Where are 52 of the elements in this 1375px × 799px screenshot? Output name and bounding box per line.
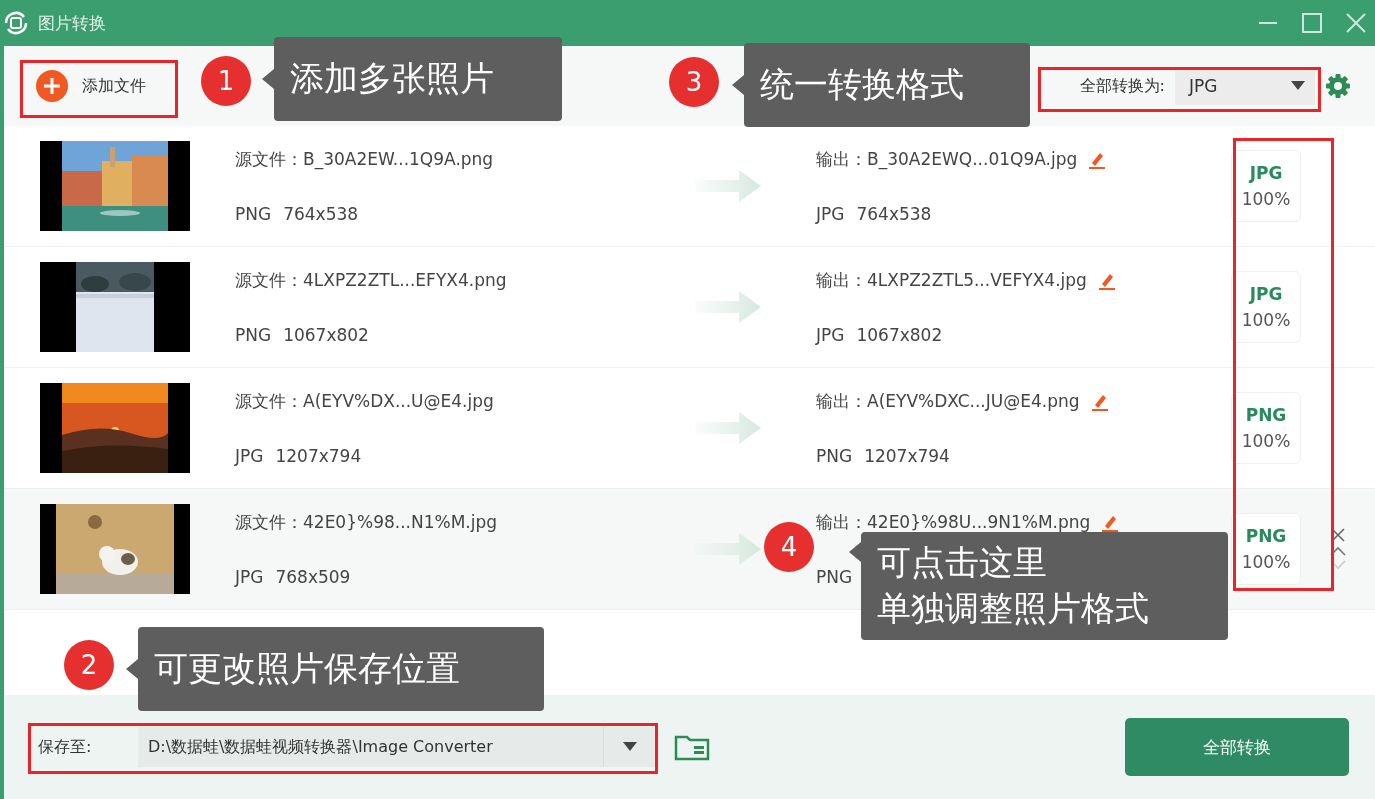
convert-all-label: 全部转换为: — [1079, 75, 1165, 97]
folder-icon[interactable] — [674, 733, 710, 761]
source-file-name: 源文件：B_30A2EW...1Q9A.png — [235, 148, 495, 171]
output-dimensions: 764x538 — [856, 204, 932, 224]
source-file-name: 源文件：A(EYV%DX...U@E4.jpg — [235, 390, 495, 413]
output-file-name: 输出：42E0}%98U...9N1%M.png — [816, 511, 1091, 534]
arrow-icon — [695, 289, 761, 325]
output-file-name: 输出：A(EYV%DXC...JU@E4.png — [816, 390, 1080, 413]
window-title: 图片转换 — [38, 11, 106, 35]
output-file-name: 输出：4LXPZ2ZTL5...VEFYX4.jpg — [816, 269, 1087, 292]
save-path-dropdown[interactable]: D:\数据蛙\数据蛙视频转换器\Image Converter — [138, 727, 656, 767]
callout: 可点击这里 单独调整照片格式 — [861, 532, 1228, 640]
source-dimensions: 764x538 — [283, 204, 359, 224]
callout-pointer — [732, 75, 744, 95]
callout-pointer — [849, 542, 861, 562]
output-format: JPG — [816, 204, 845, 224]
format-quality-button[interactable]: JPG 100% — [1231, 271, 1301, 343]
format-quality-button[interactable]: JPG 100% — [1231, 150, 1301, 222]
format-quality-button[interactable]: PNG 100% — [1231, 513, 1301, 585]
output-format: PNG — [816, 446, 853, 466]
source-format: JPG — [235, 567, 264, 587]
arrow-icon — [695, 168, 761, 204]
caret-icon — [623, 742, 638, 752]
chevron-down-icon[interactable] — [1329, 559, 1347, 571]
caret-icon — [1291, 81, 1305, 91]
arrow-icon — [695, 410, 761, 446]
source-file-name: 源文件：4LXPZ2ZTL...EFYX4.png — [235, 269, 508, 292]
convert-all-button[interactable]: 全部转换 — [1125, 718, 1349, 776]
save-to-label: 保存至: — [37, 736, 93, 758]
callout: 统一转换格式 — [744, 43, 1030, 127]
output-format: JPG — [816, 325, 845, 345]
source-dimensions: 768x509 — [275, 567, 351, 587]
step-number: 2 — [64, 640, 114, 690]
source-format: PNG — [235, 325, 272, 345]
callout: 可更改照片保存位置 — [138, 627, 544, 711]
app-logo-icon — [4, 9, 30, 37]
output-format: PNG — [816, 567, 853, 587]
plus-icon — [36, 70, 68, 102]
add-file-button[interactable]: 添加文件 — [24, 60, 158, 112]
output-dimensions: 1207x794 — [864, 446, 950, 466]
format-quality-button[interactable]: PNG 100% — [1231, 392, 1301, 464]
callout-pointer — [262, 69, 274, 89]
source-file-name: 源文件：42E0}%98...N1%M.jpg — [235, 511, 499, 534]
output-file-name: 输出：B_30A2EWQ...01Q9A.jpg — [816, 148, 1078, 171]
maximize-icon[interactable] — [1301, 12, 1323, 34]
source-format: PNG — [235, 204, 272, 224]
callout-pointer — [126, 659, 138, 679]
output-dimensions: 1067x802 — [856, 325, 943, 345]
source-format: JPG — [235, 446, 264, 466]
callout: 添加多张照片 — [274, 37, 562, 121]
source-dimensions: 1207x794 — [275, 446, 362, 466]
source-dimensions: 1067x802 — [283, 325, 369, 345]
